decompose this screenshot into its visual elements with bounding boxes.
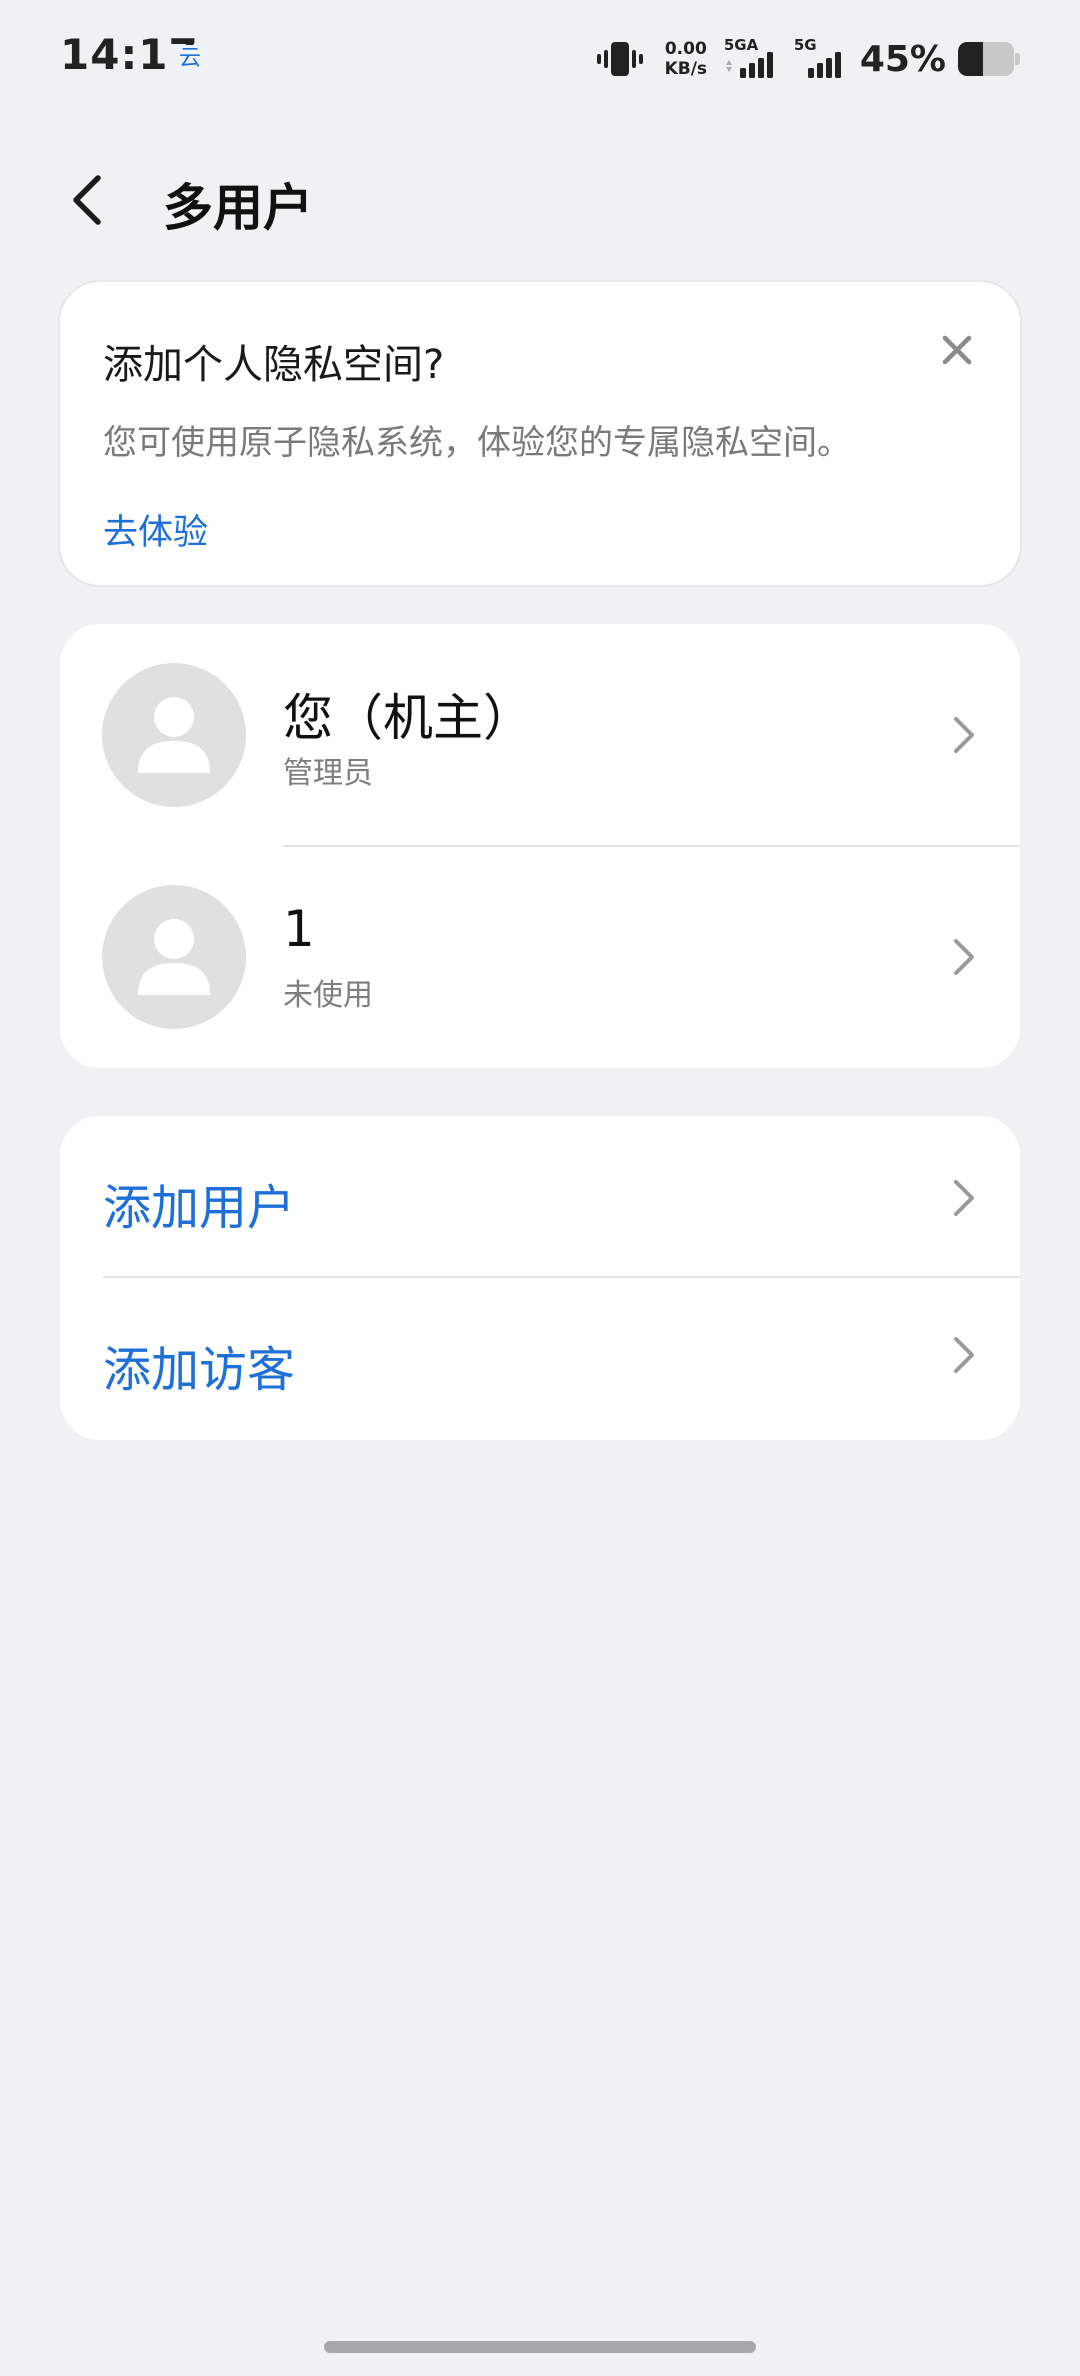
chevron-right-icon — [954, 939, 974, 975]
battery-percent: 45% — [859, 38, 946, 80]
user-name: 您（机主） — [283, 689, 533, 747]
network-speed: 0.00 KB/s — [658, 39, 714, 79]
user-role: 管理员 — [283, 756, 373, 791]
home-indicator[interactable] — [324, 2341, 756, 2353]
back-arrow-icon[interactable] — [60, 170, 120, 230]
page-title: 多用户 — [163, 179, 313, 237]
sim1-signal: 5GA — [723, 36, 782, 80]
cloud-app-icon: 云 — [174, 45, 206, 73]
try-it-link[interactable]: 去体验 — [103, 504, 208, 555]
add-user-button[interactable]: 添加用户 — [60, 1116, 1020, 1276]
promo-description: 您可使用原子隐私系统，体验您的专属隐私空间。 — [103, 423, 851, 463]
avatar — [102, 663, 246, 807]
chevron-right-icon — [954, 1180, 974, 1216]
add-guest-label: 添加访客 — [103, 1342, 296, 1398]
status-bar: 14:17 云 0.00 KB/s 5GA 5G 45% — [0, 0, 1080, 120]
network-speed-unit: KB/s — [664, 59, 708, 79]
battery-level-fill — [958, 42, 984, 76]
sim2-signal: 5G — [793, 36, 848, 80]
add-guest-button[interactable]: 添加访客 — [60, 1278, 1020, 1438]
chevron-right-icon — [954, 717, 974, 753]
status-indicators: 0.00 KB/s 5GA 5G 45% — [596, 34, 1020, 84]
actions-card: 添加用户 添加访客 — [60, 1116, 1020, 1440]
avatar — [102, 885, 246, 1029]
close-icon[interactable] — [934, 327, 980, 373]
network-speed-value: 0.00 — [664, 39, 707, 59]
person-icon — [138, 697, 210, 773]
sim1-network-label: 5GA — [723, 36, 759, 54]
promo-title: 添加个人隐私空间? — [103, 342, 445, 388]
battery-icon — [958, 42, 1020, 76]
user-role: 未使用 — [283, 978, 373, 1013]
user-row-1[interactable]: 1 未使用 — [60, 846, 1020, 1068]
sim2-network-label: 5G — [793, 36, 817, 54]
person-icon — [138, 919, 210, 995]
chevron-right-icon — [954, 1337, 974, 1373]
user-name: 1 — [283, 900, 315, 958]
add-user-label: 添加用户 — [103, 1180, 296, 1236]
users-list-card: 您（机主） 管理员 1 未使用 — [60, 624, 1020, 1068]
privacy-space-promo-card: 添加个人隐私空间? 您可使用原子隐私系统，体验您的专属隐私空间。 去体验 — [60, 282, 1020, 585]
page-header: 多用户 — [0, 150, 1080, 250]
user-row-owner[interactable]: 您（机主） 管理员 — [60, 624, 1020, 846]
vibrate-icon — [596, 42, 643, 76]
